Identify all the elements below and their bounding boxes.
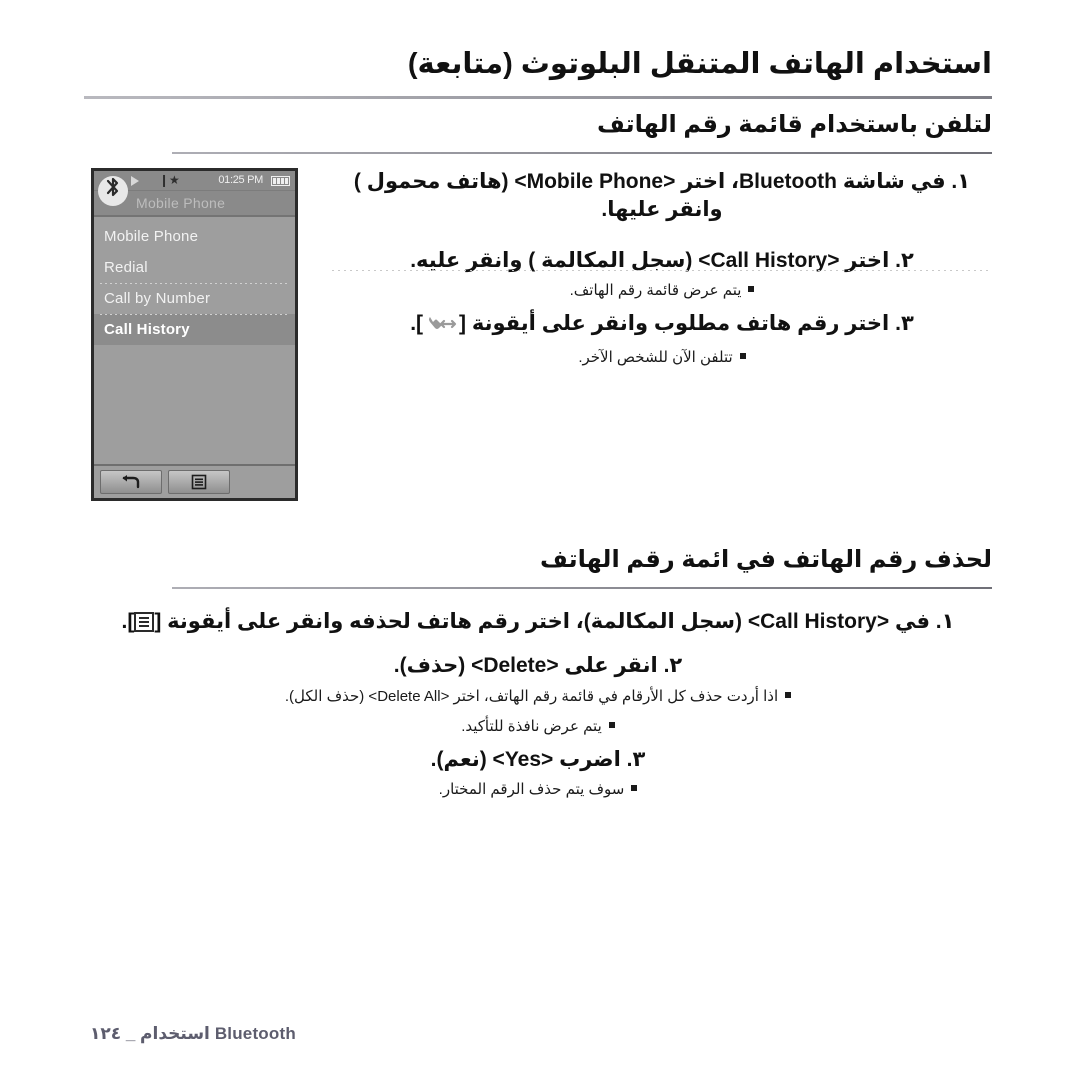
bullet-selected-number-deleted: سوف يتم حذف الرقم المختار.	[84, 779, 992, 800]
step-text-after-icon: ].	[410, 312, 424, 336]
section-2-heading: لحذف رقم الهاتف في ائمة رقم الهاتف	[539, 546, 992, 573]
bullet-marker	[785, 691, 792, 698]
bullet-text: يتم عرض نافذة للتأكيد.	[461, 717, 602, 735]
section-2-instructions: ١. في <Call History> (سجل المكالمة)، اخت…	[84, 608, 992, 809]
bullet-text: يتم عرض قائمة رقم الهاتف.	[569, 282, 742, 300]
step-text: انقر على <Delete> (حذف).	[393, 654, 658, 678]
title-rule	[84, 96, 992, 99]
step-text: في شاشة Bluetooth، اختر <Mobile Phone> (…	[353, 170, 946, 222]
play-icon	[131, 176, 139, 186]
device-title-bar: Mobile Phone	[94, 176, 295, 217]
bullet-marker	[739, 353, 746, 360]
dotted-leader-line	[332, 270, 992, 271]
phone-swap-icon	[425, 314, 457, 342]
footer-page-label: Bluetooth استخدام _ ١٢٤	[90, 1024, 296, 1043]
section-1-heading: لتلفن باستخدام قائمة رقم الهاتف	[597, 111, 992, 138]
step-3: ٣. اختر رقم هاتف مطلوب وانقر على أيقونة …	[332, 310, 992, 342]
bullet-marker	[608, 721, 615, 728]
delete-step-1: ١. في <Call History> (سجل المكالمة)، اخت…	[84, 608, 992, 636]
bullet-delete-all: اذا أردت حذف كل الأرقام في قائمة رقم اله…	[84, 686, 992, 707]
bluetooth-badge-icon	[98, 176, 128, 206]
list-menu-icon[interactable]	[168, 470, 230, 494]
page-title: استخدام الهاتف المتنقل البلوتوث (متابعة)	[407, 48, 992, 80]
manual-page: استخدام الهاتف المتنقل البلوتوث (متابعة)…	[0, 0, 1080, 1080]
step-number: ٢.	[895, 248, 914, 272]
device-menu-item-label: Call History	[104, 321, 190, 338]
bullet-marker	[631, 785, 638, 792]
bullet-text: سوف يتم حذف الرقم المختار.	[438, 781, 625, 799]
section-2-rule	[172, 587, 992, 589]
step-text-before-icon: في <Call History> (سجل المكالمة)، اختر ر…	[154, 610, 930, 633]
step-number: ٢.	[663, 654, 683, 678]
device-menu-item-label: Redial	[104, 259, 148, 276]
device-menu-list: Mobile Phone Redial Call by Number Call …	[94, 217, 295, 345]
bullet-text: اذا أردت حذف كل الأرقام في قائمة رقم اله…	[284, 687, 779, 705]
device-menu-item-mobile-phone[interactable]: Mobile Phone	[94, 221, 295, 252]
step-text-after-icon: ].	[121, 610, 135, 633]
bullet-confirmation-window: يتم عرض نافذة للتأكيد.	[84, 716, 992, 737]
delete-step-2: ٢. انقر على <Delete> (حذف).	[84, 652, 992, 680]
device-menu-item-call-by-number[interactable]: Call by Number	[94, 283, 295, 314]
step-text: اختر <Call History> (سجل المكالمة ) وانق…	[410, 248, 890, 272]
device-menu-item-label: Call by Number	[104, 290, 211, 307]
battery-full-icon	[271, 176, 290, 186]
device-title-label: Mobile Phone	[136, 195, 226, 211]
bullet-calling-other-person: تتلفن الآن للشخص الآخر.	[332, 347, 992, 368]
bluetooth-small-icon: ❙★	[159, 173, 180, 187]
section-1-instructions: ١. في شاشة Bluetooth، اختر <Mobile Phone…	[332, 168, 992, 377]
device-menu-item-call-history[interactable]: Call History	[94, 314, 295, 345]
section-1-rule	[172, 152, 992, 154]
step-number: ١.	[935, 610, 955, 633]
device-menu-item-label: Mobile Phone	[104, 228, 199, 245]
step-number: ٣.	[895, 312, 914, 336]
device-toolbar	[94, 464, 295, 498]
bullet-text: تتلفن الآن للشخص الآخر.	[578, 349, 733, 367]
step-text-before-icon: اختر رقم هاتف مطلوب وانقر على أيقونة [	[459, 312, 890, 336]
delete-step-3: ٣. اضرب <Yes> (نعم).	[84, 746, 992, 774]
step-1: ١. في شاشة Bluetooth، اختر <Mobile Phone…	[332, 168, 992, 225]
back-arrow-icon[interactable]	[100, 470, 162, 494]
bullet-phone-list-displayed: يتم عرض قائمة رقم الهاتف.	[332, 280, 992, 301]
device-screenshot: ❙★ 01:25 PM Mobile Phone Mobile Phone Re…	[91, 168, 298, 501]
step-number: ١.	[951, 170, 971, 193]
step-text: اضرب <Yes> (نعم).	[430, 747, 621, 771]
status-time: 01:25 PM	[218, 174, 263, 186]
step-number: ٣.	[626, 747, 646, 771]
bullet-marker	[748, 286, 755, 293]
menu-list-icon	[134, 612, 155, 632]
device-menu-item-redial[interactable]: Redial	[94, 252, 295, 283]
